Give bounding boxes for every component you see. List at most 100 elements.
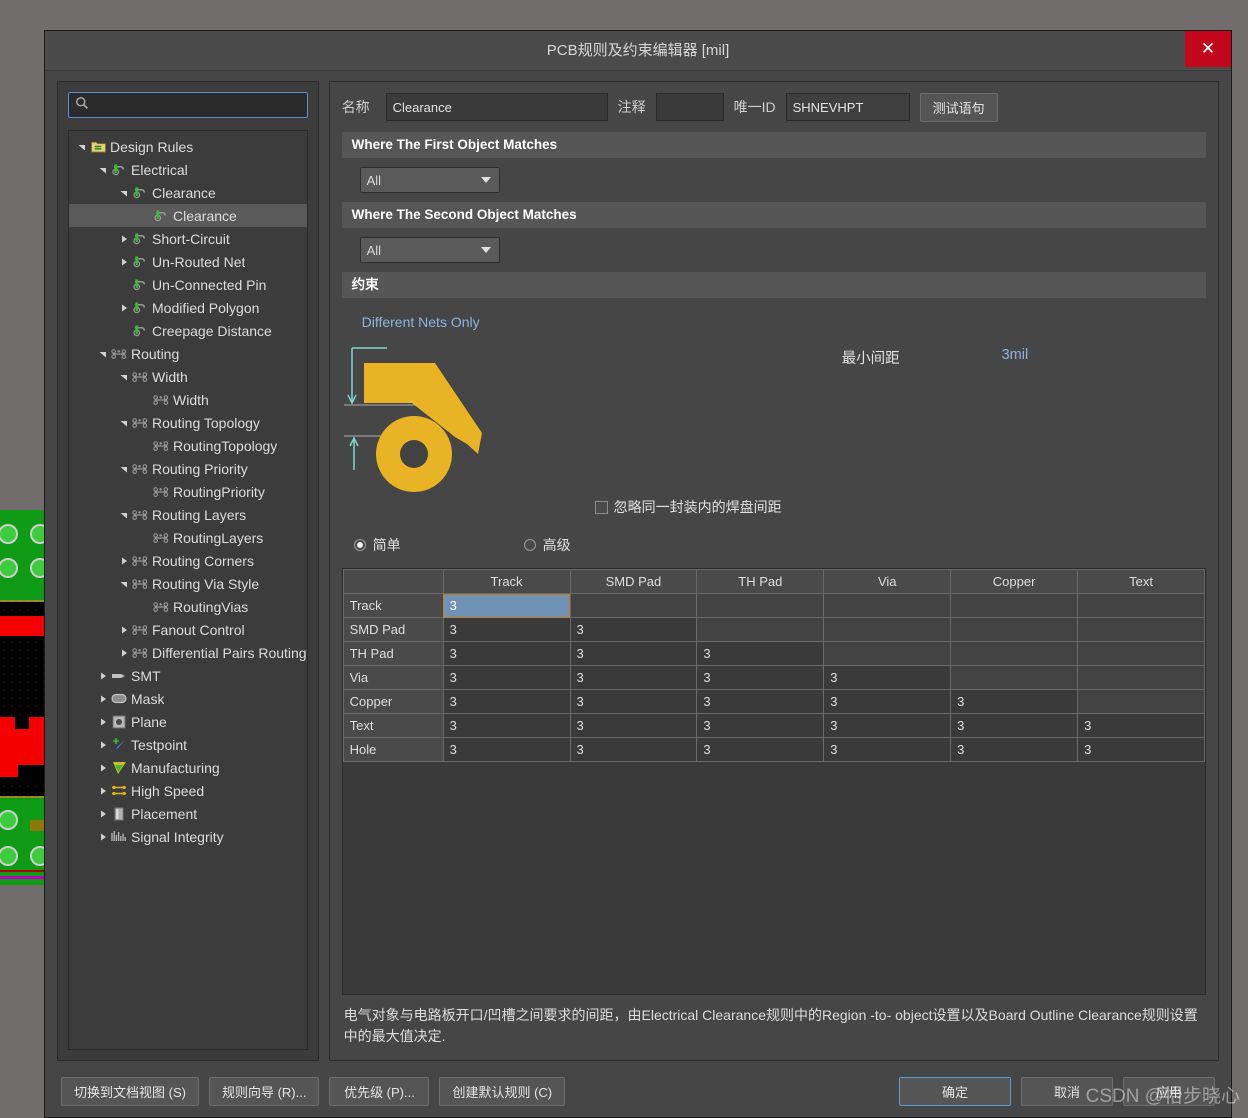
chevron-right-icon[interactable]: [96, 764, 110, 772]
matrix-cell[interactable]: 3: [696, 665, 825, 690]
chevron-right-icon[interactable]: [117, 235, 131, 243]
chevron-down-icon[interactable]: [117, 580, 131, 588]
tree-item-testpoint[interactable]: Testpoint: [69, 733, 307, 756]
tree-item-routingtopology[interactable]: RoutingTopology: [69, 434, 307, 457]
apply-button[interactable]: 应用: [1123, 1076, 1215, 1106]
tree-item-routingvias[interactable]: RoutingVias: [69, 595, 307, 618]
matrix-cell[interactable]: [950, 617, 1079, 642]
switch-to-document-view-button[interactable]: 切换到文档视图 (S): [61, 1076, 199, 1106]
chevron-right-icon[interactable]: [117, 649, 131, 657]
tree-item-routing-via-style[interactable]: Routing Via Style: [69, 572, 307, 595]
chevron-right-icon[interactable]: [117, 557, 131, 565]
rule-comment-input[interactable]: [655, 93, 724, 121]
matrix-cell[interactable]: 3: [569, 641, 698, 666]
tree-item-creepage-distance[interactable]: Creepage Distance: [69, 319, 307, 342]
matrix-cell[interactable]: [950, 665, 1079, 690]
chevron-down-icon[interactable]: [96, 166, 110, 174]
ignore-pad-checkbox[interactable]: [594, 500, 608, 514]
matrix-cell[interactable]: 3: [950, 689, 1079, 714]
clearance-matrix-wrap[interactable]: Track SMD Pad TH Pad Via Copper Text Track 3 SM…: [341, 568, 1206, 995]
matrix-cell[interactable]: 3: [1077, 713, 1205, 738]
matrix-cell[interactable]: 3: [442, 737, 571, 762]
tree-item-mask[interactable]: Mask: [69, 687, 307, 710]
matrix-cell[interactable]: 3: [442, 713, 571, 738]
tree-item-electrical[interactable]: Electrical: [69, 158, 307, 181]
chevron-right-icon[interactable]: [96, 810, 110, 818]
rule-wizard-button[interactable]: 规则向导 (R)...: [208, 1076, 320, 1106]
tree-item-routing-priority[interactable]: Routing Priority: [69, 457, 307, 480]
matrix-cell[interactable]: 3: [569, 617, 698, 642]
tree-item-width[interactable]: Width: [69, 365, 307, 388]
matrix-cell[interactable]: [950, 641, 1079, 666]
chevron-right-icon[interactable]: [96, 833, 110, 841]
matrix-cell[interactable]: 3: [442, 617, 571, 642]
tree-item-width[interactable]: Width: [69, 388, 307, 411]
tree-item-signal-integrity[interactable]: Signal Integrity: [69, 825, 307, 848]
chevron-right-icon[interactable]: [96, 741, 110, 749]
matrix-cell[interactable]: 3: [569, 713, 698, 738]
chevron-down-icon[interactable]: [117, 373, 131, 381]
rule-name-input[interactable]: [385, 93, 608, 121]
chevron-right-icon[interactable]: [96, 695, 110, 703]
matrix-cell[interactable]: 3: [696, 641, 825, 666]
chevron-down-icon[interactable]: [117, 419, 131, 427]
matrix-cell[interactable]: [1077, 689, 1205, 714]
search-box[interactable]: [68, 92, 308, 118]
tree-item-design-rules[interactable]: Design Rules: [69, 135, 307, 158]
first-object-scope-dropdown[interactable]: All: [359, 167, 500, 193]
tree-item-un-connected-pin[interactable]: Un-Connected Pin: [69, 273, 307, 296]
chevron-right-icon[interactable]: [96, 672, 110, 680]
matrix-cell[interactable]: 3: [696, 689, 825, 714]
ignore-pad-clearance-checkbox-row[interactable]: 忽略同一封装内的焊盘间距: [594, 497, 782, 517]
rule-unique-id-input[interactable]: [785, 93, 910, 121]
matrix-cell[interactable]: 3: [442, 665, 571, 690]
chevron-down-icon[interactable]: [75, 143, 89, 151]
mode-simple-radio[interactable]: 简单: [353, 535, 524, 555]
matrix-cell[interactable]: [1077, 593, 1205, 618]
chevron-down-icon[interactable]: [117, 465, 131, 473]
tree-item-routing-corners[interactable]: Routing Corners: [69, 549, 307, 572]
tree-item-manufacturing[interactable]: Manufacturing: [69, 756, 307, 779]
chevron-down-icon[interactable]: [117, 511, 131, 519]
chevron-right-icon[interactable]: [117, 258, 131, 266]
tree-item-high-speed[interactable]: High Speed: [69, 779, 307, 802]
second-object-scope-dropdown[interactable]: All: [359, 237, 500, 263]
matrix-cell[interactable]: 3: [442, 641, 571, 666]
tree-item-modified-polygon[interactable]: Modified Polygon: [69, 296, 307, 319]
tree-item-routinglayers[interactable]: RoutingLayers: [69, 526, 307, 549]
tree-item-smt[interactable]: SMT: [69, 664, 307, 687]
matrix-cell[interactable]: 3: [442, 689, 571, 714]
matrix-cell[interactable]: 3: [569, 737, 698, 762]
ok-button[interactable]: 确定: [899, 1076, 1011, 1106]
create-default-rules-button[interactable]: 创建默认规则 (C): [439, 1076, 566, 1106]
chevron-down-icon[interactable]: [117, 189, 131, 197]
matrix-cell[interactable]: 3: [569, 665, 698, 690]
tree-item-routing-topology[interactable]: Routing Topology: [69, 411, 307, 434]
rules-tree[interactable]: Design Rules Electrical Clearance Clearance…: [68, 130, 308, 1050]
tree-item-short-circuit[interactable]: Short-Circuit: [69, 227, 307, 250]
matrix-cell[interactable]: [569, 593, 698, 618]
matrix-cell[interactable]: [950, 593, 1079, 618]
matrix-cell[interactable]: 3: [696, 737, 825, 762]
chevron-down-icon[interactable]: [96, 350, 110, 358]
tree-item-routing[interactable]: Routing: [69, 342, 307, 365]
matrix-cell[interactable]: 3: [950, 737, 1079, 762]
cancel-button[interactable]: 取消: [1021, 1076, 1113, 1106]
matrix-cell[interactable]: 3: [442, 593, 571, 618]
tree-item-plane[interactable]: Plane: [69, 710, 307, 733]
matrix-cell[interactable]: 3: [823, 737, 952, 762]
matrix-cell[interactable]: [1077, 641, 1205, 666]
tree-item-clearance[interactable]: Clearance: [69, 181, 307, 204]
tree-item-fanout-control[interactable]: Fanout Control: [69, 618, 307, 641]
matrix-cell[interactable]: [823, 617, 952, 642]
tree-item-placement[interactable]: Placement: [69, 802, 307, 825]
matrix-cell[interactable]: 3: [1077, 737, 1205, 762]
matrix-cell[interactable]: 3: [823, 713, 952, 738]
matrix-cell[interactable]: 3: [950, 713, 1079, 738]
clearance-matrix[interactable]: Track SMD Pad TH Pad Via Copper Text Track 3 SM…: [342, 569, 1205, 762]
matrix-cell[interactable]: [696, 593, 825, 618]
close-icon[interactable]: ✕: [1185, 31, 1231, 67]
matrix-cell[interactable]: [823, 593, 952, 618]
min-clearance-value[interactable]: 3mil: [1002, 347, 1029, 363]
search-input[interactable]: [89, 96, 307, 114]
